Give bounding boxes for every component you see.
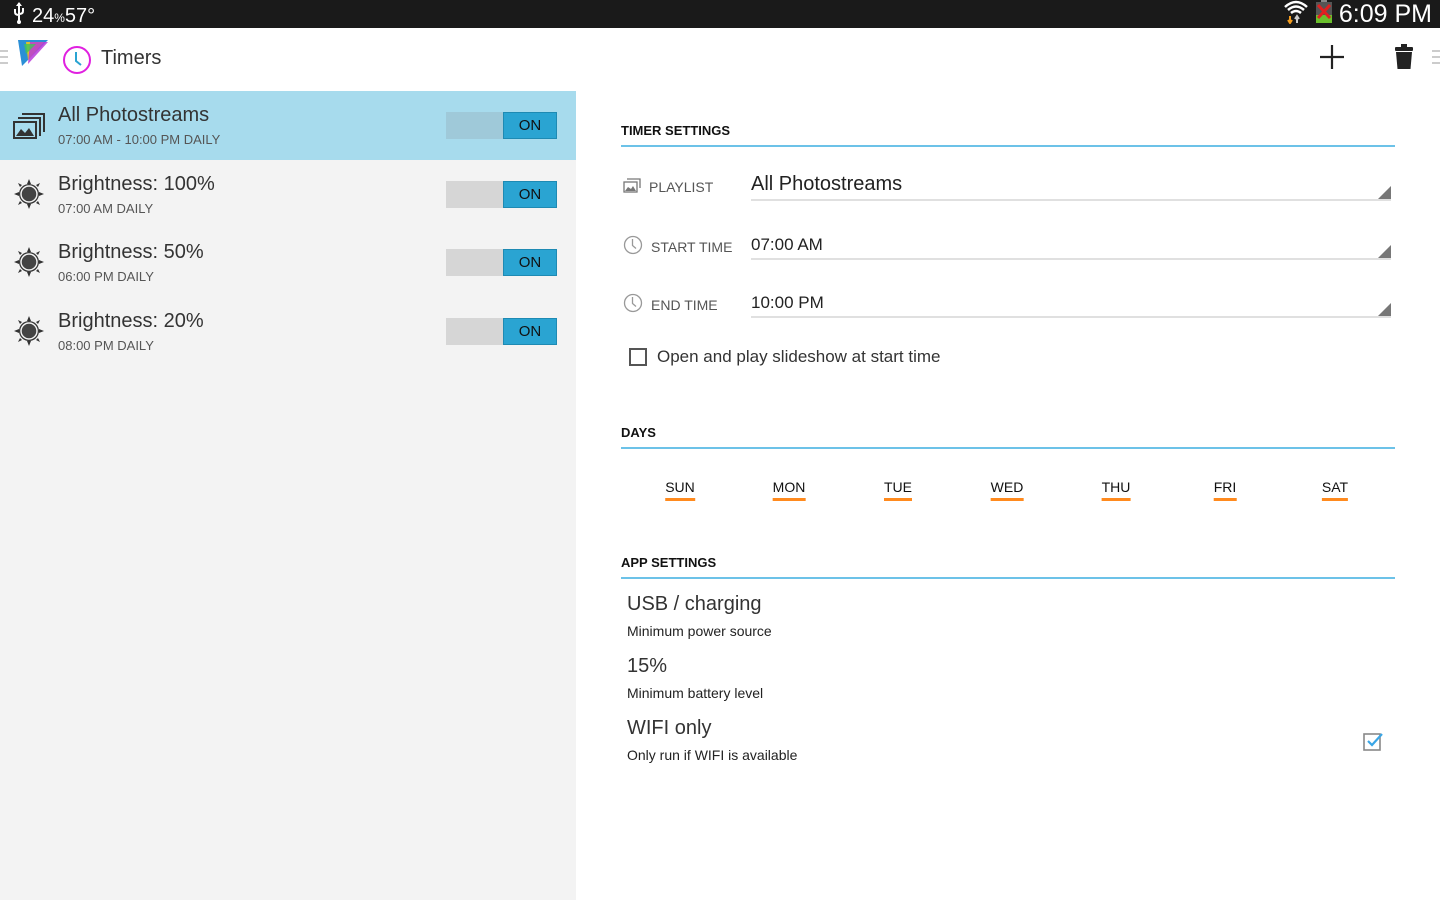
timer-title: Brightness: 50% bbox=[58, 241, 204, 263]
timer-item-brightness-50[interactable]: Brightness: 50% 06:00 PM DAILY ON bbox=[0, 228, 576, 297]
days-selector: SUN MON TUE WED THU FRI SAT bbox=[621, 479, 1395, 509]
add-timer-button[interactable] bbox=[1315, 42, 1349, 76]
clock-icon bbox=[62, 45, 92, 75]
clock: 6:09 PM bbox=[1338, 0, 1432, 28]
end-time-label: END TIME bbox=[623, 293, 718, 316]
timer-title: Brightness: 100% bbox=[58, 172, 215, 195]
app-logo[interactable] bbox=[18, 40, 48, 66]
pref-battery-level[interactable]: 15% Minimum battery level bbox=[627, 655, 763, 701]
toggle-label: ON bbox=[503, 249, 557, 276]
pref-power-source[interactable]: USB / charging Minimum power source bbox=[627, 593, 772, 639]
clock-icon bbox=[623, 293, 643, 316]
toggle-label: ON bbox=[503, 112, 557, 139]
timer-toggle[interactable]: ON bbox=[446, 180, 557, 208]
timer-toggle[interactable]: ON bbox=[446, 249, 557, 276]
timer-toggle[interactable]: ON bbox=[446, 112, 557, 139]
day-tue[interactable]: TUE bbox=[884, 479, 912, 501]
start-time-value: 07:00 AM bbox=[751, 235, 823, 254]
timer-toggle[interactable]: ON bbox=[446, 317, 557, 345]
usb-icon bbox=[12, 2, 26, 30]
section-divider bbox=[621, 145, 1395, 147]
section-divider bbox=[621, 577, 1395, 579]
pref-summary: Only run if WIFI is available bbox=[627, 747, 798, 763]
dropdown-triangle-icon bbox=[1378, 186, 1391, 199]
end-time-spinner[interactable]: 10:00 PM bbox=[751, 288, 1391, 318]
dropdown-triangle-icon bbox=[1378, 245, 1391, 258]
slideshow-checkbox[interactable] bbox=[629, 348, 647, 366]
wifi-icon bbox=[1283, 0, 1309, 31]
brightness-icon bbox=[12, 314, 46, 348]
brightness-icon bbox=[12, 177, 46, 211]
pref-summary: Minimum battery level bbox=[627, 685, 764, 701]
playlist-label: PLAYLIST bbox=[623, 178, 713, 196]
toggle-label: ON bbox=[503, 180, 557, 208]
timer-title: All Photostreams bbox=[58, 104, 210, 126]
status-bar: 24%57° 6:09 PM bbox=[0, 0, 1440, 28]
timer-schedule: 07:00 AM DAILY bbox=[58, 200, 154, 216]
toggle-label: ON bbox=[503, 317, 557, 345]
day-wed[interactable]: WED bbox=[990, 479, 1024, 501]
timer-item-brightness-100[interactable]: Brightness: 100% 07:00 AM DAILY ON bbox=[0, 160, 576, 229]
pref-title: 15% bbox=[627, 655, 668, 677]
pref-title: USB / charging bbox=[627, 593, 762, 615]
battery-icon bbox=[1315, 0, 1333, 31]
day-thu[interactable]: THU bbox=[1101, 479, 1131, 501]
timer-schedule: 08:00 PM DAILY bbox=[58, 337, 154, 353]
playlist-value: All Photostreams bbox=[751, 173, 903, 195]
playlist-icon bbox=[623, 178, 641, 196]
timer-detail-pane: TIMER SETTINGS PLAYLIST All Photostreams… bbox=[576, 91, 1440, 900]
day-mon[interactable]: MON bbox=[772, 479, 806, 501]
section-header-days: DAYS bbox=[621, 425, 656, 440]
start-time-label: START TIME bbox=[623, 235, 732, 258]
slideshow-checkbox-row[interactable]: Open and play slideshow at start time bbox=[629, 347, 940, 367]
action-bar: Timers bbox=[0, 28, 1440, 91]
section-header-timer-settings: TIMER SETTINGS bbox=[621, 123, 731, 138]
drawer-handle-right[interactable] bbox=[1432, 50, 1440, 64]
trash-icon bbox=[1394, 43, 1414, 75]
dropdown-triangle-icon bbox=[1378, 303, 1391, 316]
section-divider bbox=[621, 447, 1395, 449]
day-sat[interactable]: SAT bbox=[1321, 479, 1349, 501]
temperature-readout: 24%57° bbox=[32, 4, 96, 27]
brightness-icon bbox=[12, 245, 46, 279]
drawer-handle-left[interactable] bbox=[0, 50, 8, 64]
photostream-icon bbox=[12, 108, 46, 142]
wifi-only-checkbox[interactable] bbox=[1362, 730, 1383, 751]
day-fri[interactable]: FRI bbox=[1213, 479, 1237, 501]
section-header-app-settings: APP SETTINGS bbox=[621, 555, 717, 570]
pref-wifi-only[interactable]: WIFI only Only run if WIFI is available bbox=[627, 717, 797, 763]
plus-icon bbox=[1319, 44, 1345, 75]
slideshow-checkbox-label: Open and play slideshow at start time bbox=[657, 347, 941, 366]
start-time-spinner[interactable]: 07:00 AM bbox=[751, 230, 1391, 260]
timer-schedule: 06:00 PM DAILY bbox=[58, 269, 154, 284]
delete-timer-button[interactable] bbox=[1387, 42, 1421, 76]
timer-list: All Photostreams 07:00 AM - 10:00 PM DAI… bbox=[0, 91, 576, 900]
end-time-value: 10:00 PM bbox=[751, 293, 824, 312]
day-sun[interactable]: SUN bbox=[665, 479, 695, 501]
playlist-spinner[interactable]: All Photostreams bbox=[751, 171, 1391, 201]
timer-title: Brightness: 20% bbox=[58, 309, 204, 332]
pref-summary: Minimum power source bbox=[627, 623, 772, 639]
timer-item-brightness-20[interactable]: Brightness: 20% 08:00 PM DAILY ON bbox=[0, 297, 576, 366]
timer-item-all-photostreams[interactable]: All Photostreams 07:00 AM - 10:00 PM DAI… bbox=[0, 91, 576, 160]
timer-schedule: 07:00 AM - 10:00 PM DAILY bbox=[58, 132, 221, 147]
pref-title: WIFI only bbox=[627, 717, 712, 739]
clock-icon bbox=[623, 235, 643, 258]
page-title: Timers bbox=[101, 47, 162, 69]
